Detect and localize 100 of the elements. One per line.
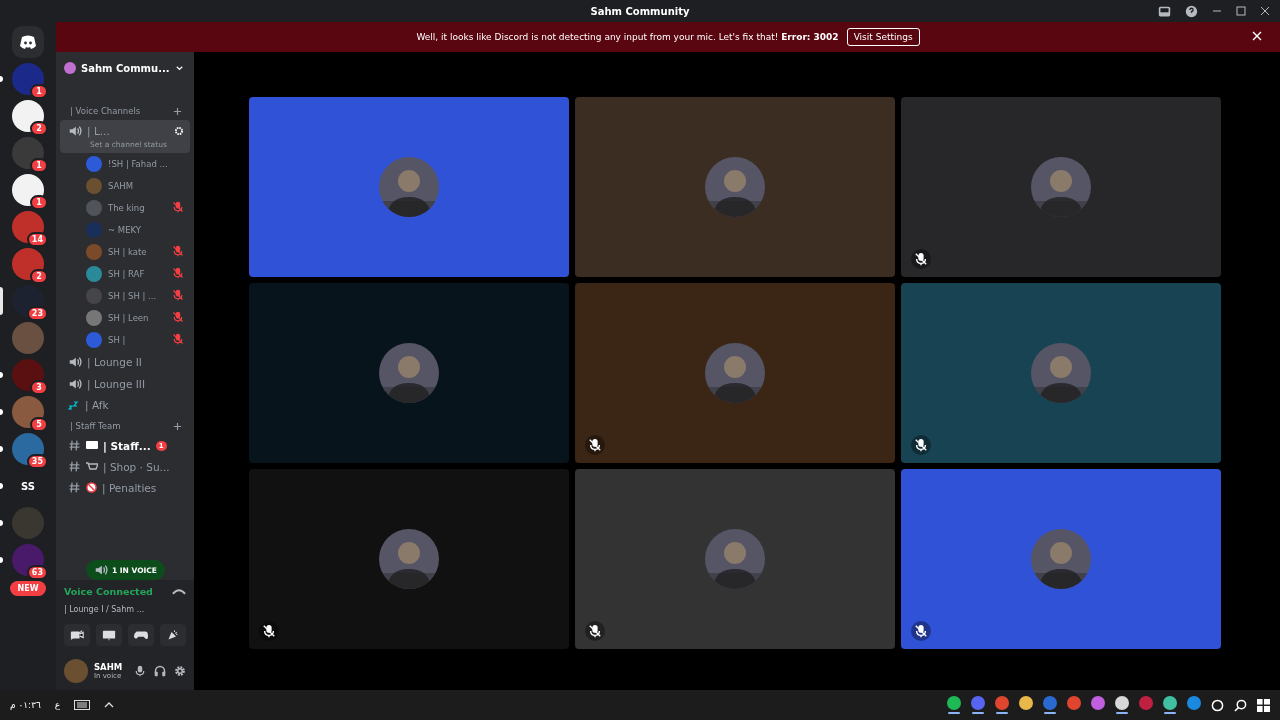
close-icon[interactable] [1260,6,1270,16]
soundboard-button[interactable] [160,624,186,646]
channel-name: | Staff... [103,439,151,452]
server-icon [64,62,76,74]
voice-channel-link[interactable]: | Lounge I / Sahm ... [64,605,145,614]
server-indicator [0,287,3,315]
member-name[interactable]: !SH | Fahad ... [108,159,168,169]
video-tile[interactable] [575,469,895,649]
server-icon[interactable] [12,396,44,428]
member-name[interactable]: SH | SH | ... [108,291,157,301]
gamepad-icon [134,630,148,640]
screen-share-button[interactable] [96,624,122,646]
server-icon[interactable] [12,359,44,391]
hashtag-icon [68,460,81,473]
video-tile[interactable] [901,97,1221,277]
settings-icon[interactable] [174,665,186,677]
member-name[interactable]: The king [108,203,145,213]
member-name[interactable]: ~ MEKY [108,225,141,235]
video-tile[interactable] [575,283,895,463]
server-icon[interactable] [12,211,44,243]
member-name[interactable]: SH | kate [108,247,147,257]
chevron-down-icon[interactable] [174,63,184,73]
muted-mic-icon [172,245,184,257]
controller-face-icon [19,35,37,49]
hashtag-icon [68,481,81,494]
new-badge[interactable]: NEW [9,581,47,596]
app-icon[interactable] [1115,696,1129,710]
member-name[interactable]: SH | Leen [108,313,149,323]
server-icon[interactable] [12,433,44,465]
microphone-icon[interactable] [134,665,146,677]
channel-item[interactable]: | Penalties [60,477,190,498]
video-tile[interactable] [249,283,569,463]
app-icon[interactable] [947,696,961,710]
keyboard-icon[interactable] [74,700,91,710]
language-indicator[interactable]: ع [54,700,61,710]
chat-icon [86,440,98,451]
server-indicator [0,483,3,489]
channel-name: | Penalties [102,481,157,494]
inbox-icon[interactable] [1158,4,1171,18]
chevron-up-icon[interactable] [104,701,115,709]
banner-message: Well, it looks like Discord is not detecting any input from your mic. Let's fix that! Error: 3002 [416,32,839,42]
plus-icon[interactable] [173,421,182,431]
channel-item[interactable]: | Lounge II [60,351,190,373]
search-icon[interactable] [1234,698,1247,712]
headphones-icon[interactable] [154,665,166,677]
username: SAHM [94,662,123,672]
task-view-icon[interactable] [1211,698,1224,712]
channel-item[interactable]: | Shop · Su... [60,456,190,477]
channel-item[interactable]: | Lounge III [60,373,190,395]
cart-icon [86,461,98,472]
prohibited-icon [86,482,97,493]
channel-name: | L... [87,125,110,137]
member-name[interactable]: SH | [108,335,126,345]
unread-badge: 2 [30,269,48,284]
server-indicator [0,76,3,82]
video-tile[interactable] [901,283,1221,463]
muted-mic-icon [172,267,184,279]
app-icon[interactable] [1019,696,1033,710]
speaker-icon [68,124,82,138]
unread-badge: 5 [30,417,48,432]
channel-name: | Lounge III [87,378,146,390]
server-icon[interactable] [12,100,44,132]
channel-name: | Lounge II [87,356,142,368]
video-tile[interactable] [249,469,569,649]
windows-start-icon[interactable] [1257,698,1270,712]
app-icon[interactable] [1091,696,1105,710]
gear-icon[interactable] [174,126,184,136]
hashtag-icon [68,439,81,452]
server-indicator [0,520,3,526]
server-icon[interactable] [12,544,44,576]
channel-name: | Shop · Su... [103,460,170,473]
help-icon[interactable] [1185,4,1198,18]
server-icon[interactable] [12,248,44,280]
muted-mic-icon [172,311,184,323]
channel-item[interactable]: | Afk [60,395,190,415]
disconnect-icon[interactable] [172,586,186,597]
discord-home-button[interactable] [12,26,44,58]
speaker-icon [68,355,82,369]
speaker-icon [94,563,108,577]
video-tile[interactable] [249,97,569,277]
video-tile[interactable] [575,97,895,277]
app-icon[interactable] [1163,696,1177,710]
camera-button[interactable] [64,624,90,646]
activity-button[interactable] [128,624,154,646]
unread-badge: 1 [30,158,48,173]
server-indicator [0,446,3,452]
plus-icon[interactable] [173,106,182,116]
member-name[interactable]: SAHM [108,181,134,191]
server-icon[interactable] [12,285,44,317]
visit-settings-button[interactable]: Visit Settings [846,28,920,46]
server-icon[interactable] [12,174,44,206]
monitor-icon [102,629,116,641]
party-popper-icon [167,629,179,641]
server-name[interactable]: Sahm Commu... [81,62,170,74]
category-header[interactable]: | Staff Team [70,421,121,431]
category-header[interactable]: | Voice Channels [70,106,141,116]
maximize-icon[interactable] [1236,6,1246,16]
video-tile[interactable] [901,469,1221,649]
unread-badge: 14 [26,232,48,247]
member-name[interactable]: SH | RAF [108,269,145,279]
